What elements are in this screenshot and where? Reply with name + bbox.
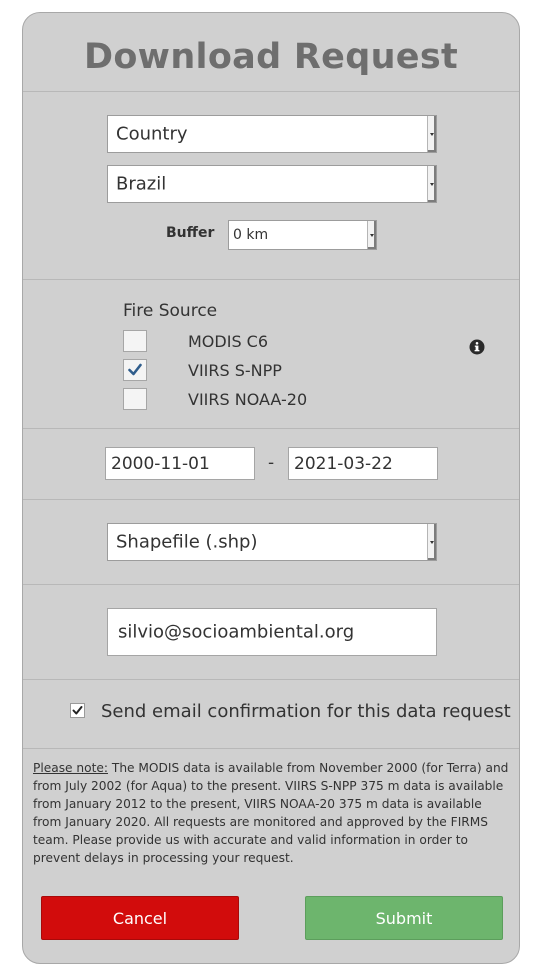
country-value: Brazil — [116, 173, 167, 195]
dropdown-arrow-icon[interactable] — [367, 221, 376, 249]
divider — [23, 428, 519, 429]
dropdown-arrow-icon[interactable] — [427, 116, 436, 152]
email-value: silvio@socioambiental.org — [118, 621, 355, 643]
note-text: The MODIS data is available from Novembe… — [33, 761, 509, 865]
viirs-snpp-checkbox[interactable] — [123, 359, 147, 381]
area-type-value: Country — [116, 123, 188, 145]
submit-button[interactable]: Submit — [305, 896, 503, 940]
divider — [23, 279, 519, 280]
divider — [23, 748, 519, 749]
check-icon — [72, 706, 83, 715]
divider — [23, 499, 519, 500]
divider — [23, 584, 519, 585]
end-date-value: 2021-03-22 — [294, 453, 393, 474]
download-request-panel: Download Request Country Brazil Buffer 0… — [22, 12, 520, 964]
format-select[interactable]: Shapefile (.shp) — [107, 523, 437, 561]
dropdown-arrow-icon[interactable] — [427, 524, 436, 560]
buffer-value: 0 km — [233, 227, 269, 243]
divider — [23, 679, 519, 680]
dropdown-arrow-icon[interactable] — [427, 166, 436, 202]
email-confirmation-label: Send email confirmation for this data re… — [101, 701, 511, 722]
area-type-select[interactable]: Country — [107, 115, 437, 153]
buffer-select[interactable]: 0 km — [228, 220, 377, 250]
note-prefix: Please note: — [33, 761, 108, 775]
modis-c6-checkbox[interactable] — [123, 330, 147, 352]
modis-c6-label: MODIS C6 — [188, 332, 269, 351]
format-value: Shapefile (.shp) — [116, 531, 258, 553]
date-separator: - — [268, 453, 275, 473]
buffer-label: Buffer — [166, 225, 215, 241]
divider — [23, 91, 519, 92]
email-input[interactable]: silvio@socioambiental.org — [107, 608, 437, 656]
country-select[interactable]: Brazil — [107, 165, 437, 203]
data-availability-note: Please note: The MODIS data is available… — [33, 759, 511, 867]
email-confirmation-checkbox[interactable] — [70, 703, 85, 718]
info-icon[interactable] — [469, 339, 485, 355]
fire-source-label: Fire Source — [123, 301, 218, 321]
viirs-noaa20-label: VIIRS NOAA-20 — [188, 390, 308, 409]
start-date-value: 2000-11-01 — [111, 453, 210, 474]
viirs-snpp-label: VIIRS S-NPP — [188, 361, 282, 380]
end-date-input[interactable]: 2021-03-22 — [288, 447, 438, 480]
cancel-button[interactable]: Cancel — [41, 896, 239, 940]
start-date-input[interactable]: 2000-11-01 — [105, 447, 255, 480]
check-icon — [128, 363, 142, 376]
page-title: Download Request — [83, 37, 458, 77]
viirs-noaa20-checkbox[interactable] — [123, 388, 147, 410]
